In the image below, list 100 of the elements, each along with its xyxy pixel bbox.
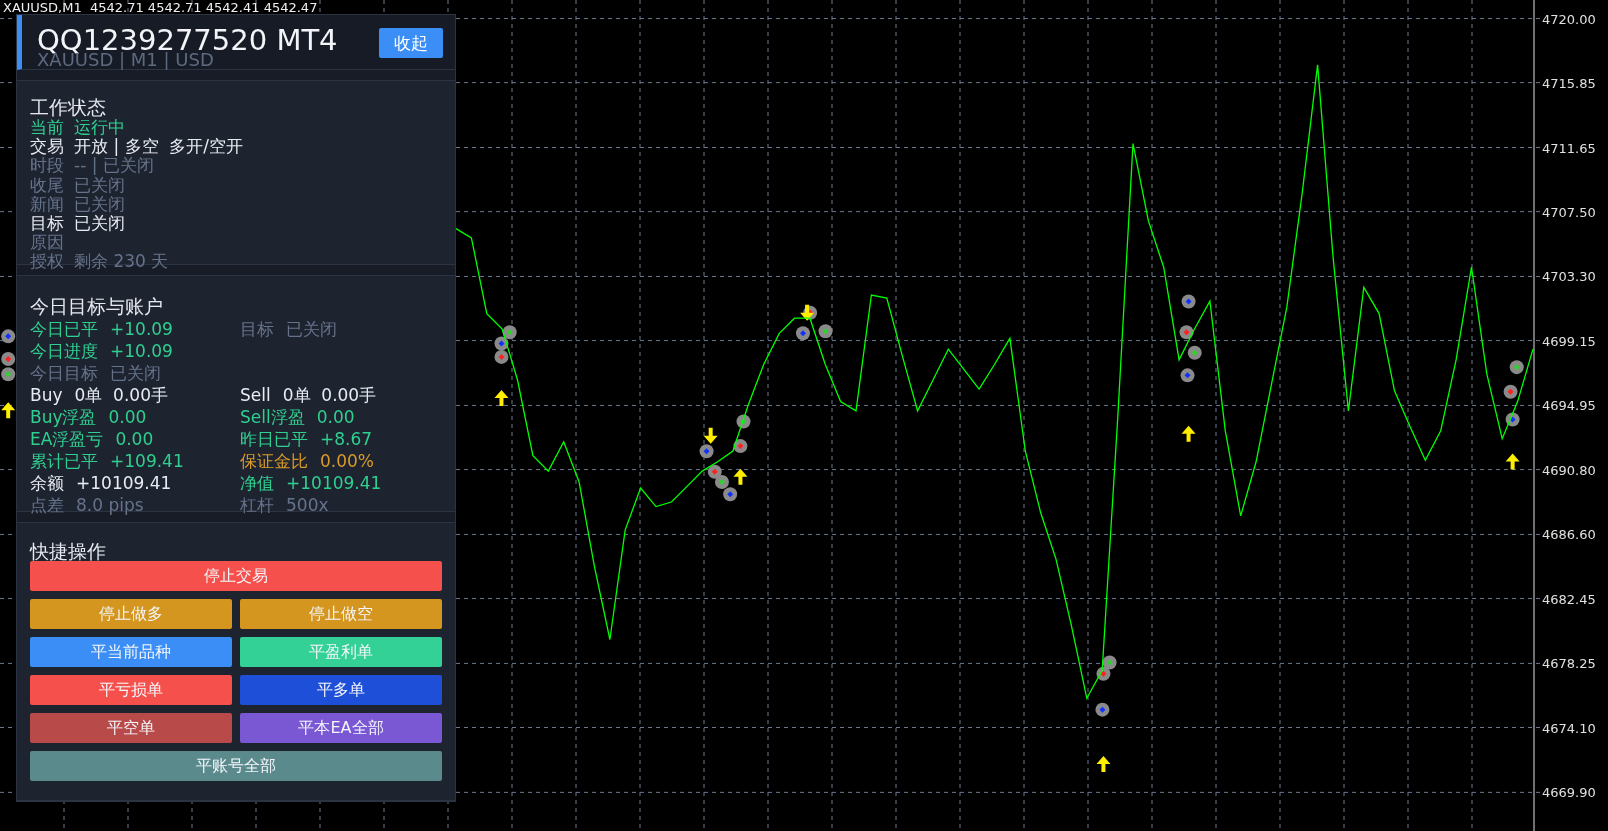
price-label: 4669.90	[1542, 785, 1596, 801]
account-value: +10109.41	[286, 472, 382, 494]
account-label: 杠杆	[240, 494, 274, 516]
section-title: 快捷操作	[30, 541, 107, 561]
account-label: 点差	[30, 494, 64, 516]
account-value: +10.09	[110, 340, 173, 362]
account-value: +10.09	[110, 318, 173, 340]
arrow-up-icon	[1181, 425, 1196, 442]
order-marker	[723, 487, 738, 502]
order-marker	[1096, 666, 1111, 681]
account-label: Buy	[30, 384, 63, 406]
action-button[interactable]: 平盈利单	[240, 637, 442, 667]
action-button[interactable]: 停止做空	[240, 599, 442, 629]
action-button[interactable]: 平空单	[30, 713, 232, 743]
status-label: 当前	[30, 118, 64, 137]
arrow-up-icon	[733, 468, 748, 485]
price-label: 4686.60	[1542, 527, 1596, 543]
price-label: 4690.80	[1542, 462, 1596, 478]
status-label: 目标	[30, 213, 64, 234]
account-label: 保证金比	[240, 450, 308, 472]
account-label: 今日目标	[30, 362, 98, 384]
account-value: 0.00%	[320, 450, 374, 472]
account-label: Sell浮盈	[240, 406, 305, 428]
status-value: 已关闭	[74, 213, 125, 234]
price-label: 4711.65	[1542, 140, 1596, 156]
price-label: 4682.45	[1542, 591, 1596, 607]
account-value: +109.41	[110, 450, 184, 472]
symbol-quote: XAUUSD,M1 4542.71 4542.71 4542.41 4542.47	[3, 0, 318, 16]
action-button[interactable]: 平本EA全部	[240, 713, 442, 743]
action-button[interactable]: 平当前品种	[30, 637, 232, 667]
arrow-up-icon	[1, 402, 16, 419]
arrow-up-icon	[1096, 756, 1111, 772]
order-marker	[1102, 655, 1117, 670]
price-label: 4703.30	[1542, 269, 1596, 285]
arrow-down-icon	[703, 427, 718, 444]
action-button[interactable]: 平亏损单	[30, 675, 232, 705]
order-marker	[1503, 384, 1518, 399]
status-label: 授权	[30, 252, 64, 272]
status-label: 原因	[30, 233, 64, 253]
order-marker	[502, 325, 517, 340]
account-value: 0单 0.00手	[74, 384, 168, 406]
price-label: 4707.50	[1542, 204, 1596, 220]
status-label: 新闻	[30, 194, 64, 214]
account-label: Sell	[240, 384, 271, 406]
section-title: 今日目标与账户	[30, 294, 164, 318]
status-value: 剩余 230 天	[74, 252, 169, 272]
account-label: 净值	[240, 472, 274, 494]
order-marker	[1, 329, 16, 344]
account-label: 今日进度	[30, 340, 98, 362]
order-marker	[1509, 360, 1524, 375]
order-marker	[733, 439, 748, 454]
order-marker	[818, 324, 833, 339]
order-marker	[1095, 702, 1110, 717]
order-marker	[1180, 368, 1195, 383]
order-marker	[699, 444, 714, 459]
account-label: 目标	[240, 318, 274, 340]
account-label: 余额	[30, 472, 64, 494]
account-value: 500x	[286, 494, 329, 516]
action-button[interactable]: 停止做多	[30, 599, 232, 629]
order-marker	[494, 349, 509, 364]
status-label: 收尾	[30, 175, 64, 195]
status-value: 开放 | 多空 多开/空开	[74, 137, 244, 157]
status-value: 已关闭	[74, 194, 125, 214]
order-marker	[795, 326, 810, 341]
status-value: -- | 已关闭	[74, 156, 154, 176]
account-label: 今日已平	[30, 318, 98, 340]
section-title: 工作状态	[30, 97, 107, 118]
action-button[interactable]: 平账号全部	[30, 751, 442, 781]
status-value: 已关闭	[74, 175, 125, 195]
order-marker	[1187, 345, 1202, 360]
account-value: +8.67	[320, 428, 373, 450]
status-value: 运行中	[74, 118, 125, 138]
account-value: 8.0 pips	[76, 494, 144, 516]
order-marker	[714, 475, 729, 489]
action-button[interactable]: 停止交易	[30, 561, 442, 591]
order-marker	[1181, 294, 1196, 309]
status-label: 交易	[30, 137, 64, 157]
account-value: 0.00	[316, 406, 355, 428]
action-button[interactable]: 平多单	[240, 675, 442, 705]
order-marker	[736, 414, 751, 429]
price-label: 4699.15	[1542, 333, 1596, 349]
account-value: 0.00	[115, 428, 154, 450]
arrow-up-icon	[494, 389, 509, 406]
account-label: 昨日已平	[240, 428, 308, 450]
account-value: +10109.41	[76, 472, 172, 494]
order-marker	[1179, 325, 1194, 340]
order-marker	[1, 351, 16, 366]
price-label: 4720.00	[1542, 11, 1596, 27]
collapse-button[interactable]: 收起	[379, 28, 443, 58]
status-label: 时段	[30, 156, 64, 176]
order-marker	[1505, 412, 1520, 427]
price-label: 4694.95	[1542, 398, 1596, 414]
account-value: 已关闭	[286, 318, 337, 340]
account-label: Buy浮盈	[30, 406, 97, 428]
order-marker	[494, 336, 509, 351]
order-marker	[707, 464, 722, 479]
price-label: 4674.10	[1542, 720, 1596, 736]
arrow-up-icon	[1505, 453, 1520, 470]
order-marker	[1, 367, 16, 382]
account-value: 0单 0.00手	[282, 384, 377, 406]
